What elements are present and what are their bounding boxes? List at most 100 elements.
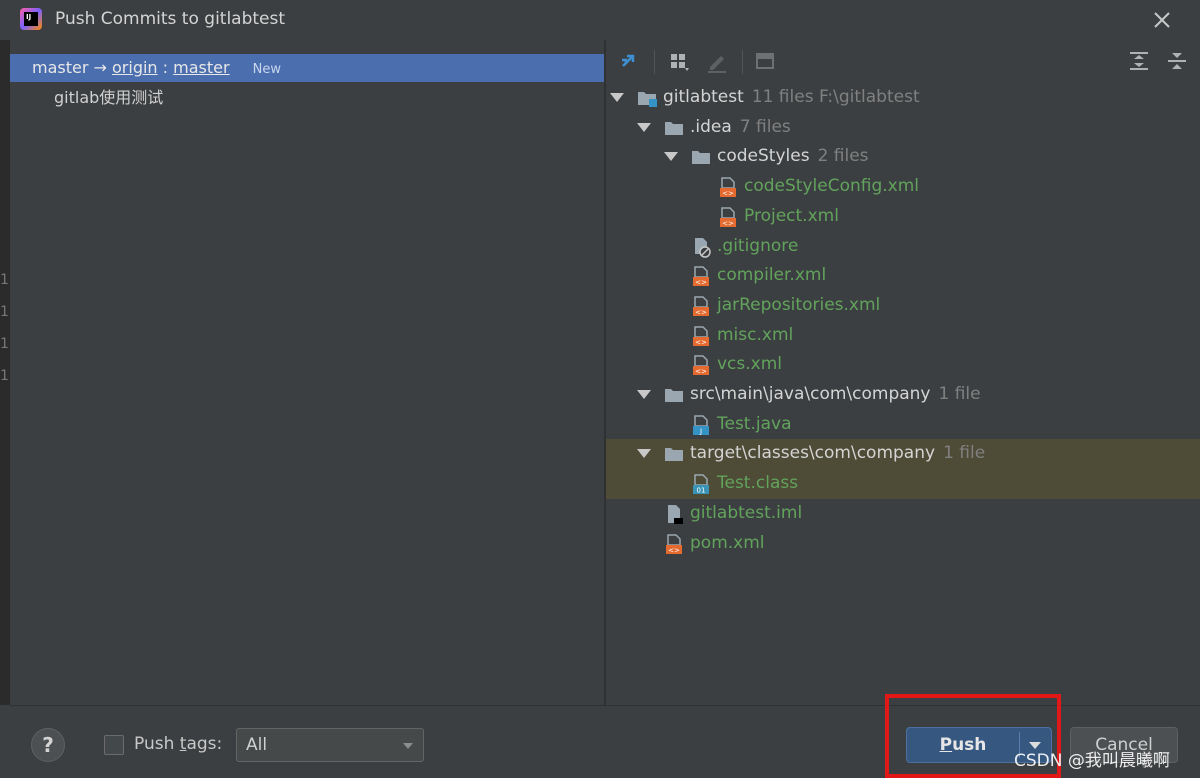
tree-node-label: .idea 7 files [690, 113, 791, 142]
tree-node-name: .gitignore [717, 235, 799, 256]
tree-node-name: misc.xml [717, 324, 794, 345]
close-icon [1154, 12, 1170, 28]
intellij-logo-icon: IJ [20, 8, 42, 30]
tree-node[interactable]: <> codeStyleConfig.xml [606, 172, 1200, 202]
watermark: CSDN @我叫晨曦啊 [1014, 751, 1170, 771]
dialog-title: Push Commits to gitlabtest [55, 9, 286, 29]
preview-button[interactable] [750, 46, 780, 76]
java-file-icon: J [690, 414, 712, 436]
tree-node-label: codeStyleConfig.xml [744, 172, 919, 201]
tree-node[interactable]: <> misc.xml [606, 321, 1200, 351]
tree-node-label: Test.java [717, 410, 792, 439]
iml-file-icon [663, 503, 685, 525]
close-button[interactable] [1148, 6, 1176, 34]
remote-link[interactable]: origin [112, 58, 158, 77]
folder-icon [663, 117, 685, 139]
branch-separator: : [162, 58, 169, 77]
toolbar-separator [742, 50, 743, 74]
tree-node-meta: 1 file [943, 443, 986, 464]
svg-text:<>: <> [695, 308, 707, 316]
commit-item[interactable]: gitlab使用测试 [10, 85, 604, 111]
tree-node[interactable]: gitlabtest.iml [606, 499, 1200, 529]
collapse-all-button[interactable] [1162, 46, 1192, 76]
tree-node-label: target\classes\com\company 1 file [690, 439, 985, 468]
tree-node[interactable]: codeStyles 2 files [606, 142, 1200, 172]
tree-node-label: misc.xml [717, 321, 793, 350]
tree-node[interactable]: src\main\java\com\company 1 file [606, 380, 1200, 410]
tags-select-value: All [246, 735, 268, 755]
tree-node[interactable]: <> Project.xml [606, 202, 1200, 232]
tags-select[interactable]: All [236, 728, 424, 762]
expand-arrow-icon[interactable] [635, 380, 653, 409]
gutter-number: 1 [0, 336, 9, 352]
tree-node-label: Project.xml [744, 202, 839, 231]
xml-file-icon: <> [690, 295, 712, 317]
svg-text:<>: <> [695, 368, 707, 376]
xml-file-icon: <> [690, 265, 712, 287]
tree-node-name: compiler.xml [717, 265, 827, 286]
tree-node-name: .idea [690, 116, 732, 137]
gutter-number: 1 [0, 304, 9, 320]
tree-node[interactable]: <> vcs.xml [606, 350, 1200, 380]
chevron-down-icon [403, 743, 413, 749]
tree-node-name: vcs.xml [717, 354, 783, 375]
tree-node[interactable]: .idea 7 files [606, 113, 1200, 143]
svg-text:<>: <> [695, 338, 707, 346]
tree-node-name: gitlabtest.iml [690, 502, 803, 523]
xml-file-icon: <> [690, 325, 712, 347]
expand-arrow-icon[interactable] [635, 113, 653, 142]
tree-node-name: pom.xml [690, 532, 765, 553]
push-tags-checkbox[interactable] [104, 735, 124, 755]
xml-file-icon: <> [717, 206, 739, 228]
tree-node[interactable]: gitlabtest 11 files F:\gitlabtest [606, 83, 1200, 113]
tree-node-label: vcs.xml [717, 350, 782, 379]
expand-arrow-icon[interactable] [662, 142, 680, 171]
svg-text:J: J [699, 427, 702, 435]
tree-node-name: codeStyleConfig.xml [744, 176, 919, 197]
changes-panel: gitlabtest 11 files F:\gitlabtest .idea 7 f… [606, 40, 1200, 705]
tree-node[interactable]: J Test.java [606, 410, 1200, 440]
folder-icon [690, 146, 712, 168]
xml-file-icon: <> [663, 533, 685, 555]
tree-node[interactable]: <> jarRepositories.xml [606, 291, 1200, 321]
module-folder-icon [636, 87, 658, 109]
gutter-number: 1 [0, 368, 9, 384]
edit-icon [708, 56, 726, 73]
xml-file-icon: <> [717, 176, 739, 198]
tree-node-meta: 1 file [938, 384, 981, 404]
pin-icon [622, 54, 635, 67]
expand-all-icon [1130, 52, 1148, 70]
expand-all-button[interactable] [1124, 46, 1154, 76]
edit-button[interactable] [702, 46, 732, 76]
svg-text:<>: <> [722, 190, 734, 198]
group-by-button[interactable] [664, 46, 694, 76]
branch-row[interactable]: master → origin : master New [10, 54, 604, 82]
tree-node[interactable]: .gitignore [606, 232, 1200, 262]
changes-toolbar [606, 44, 1200, 78]
tree-node[interactable]: 01 Test.class [606, 469, 1200, 499]
help-button[interactable]: ? [31, 728, 65, 762]
tree-node[interactable]: <> pom.xml [606, 529, 1200, 559]
expand-arrow-icon[interactable] [608, 83, 626, 112]
tree-node[interactable]: <> compiler.xml [606, 261, 1200, 291]
tree-node-label: src\main\java\com\company 1 file [690, 380, 981, 409]
push-tags-label: Push tags: [134, 734, 223, 754]
tree-node-label: compiler.xml [717, 261, 826, 290]
target-branch-link[interactable]: master [173, 58, 229, 77]
class-file-icon: 01 [690, 473, 712, 495]
toolbar-separator [654, 50, 655, 74]
new-badge: New [252, 62, 282, 77]
folder-icon [663, 443, 685, 465]
tree-node[interactable]: target\classes\com\company 1 file [606, 439, 1200, 470]
background-editor-gutter: 1 1 1 1 [0, 40, 10, 705]
expand-arrow-icon[interactable] [635, 439, 653, 468]
tree-node-name: Project.xml [744, 205, 839, 226]
tree-node-name: jarRepositories.xml [717, 294, 881, 315]
commits-panel: master → origin : master New gitlab使用测试 [10, 40, 604, 705]
tree-node-name: gitlabtest [663, 87, 744, 107]
tree-node-name: codeStyles [717, 146, 810, 167]
folder-icon [663, 384, 685, 406]
pin-button[interactable] [613, 46, 643, 76]
svg-text:<>: <> [668, 546, 680, 554]
svg-text:<>: <> [722, 219, 734, 227]
